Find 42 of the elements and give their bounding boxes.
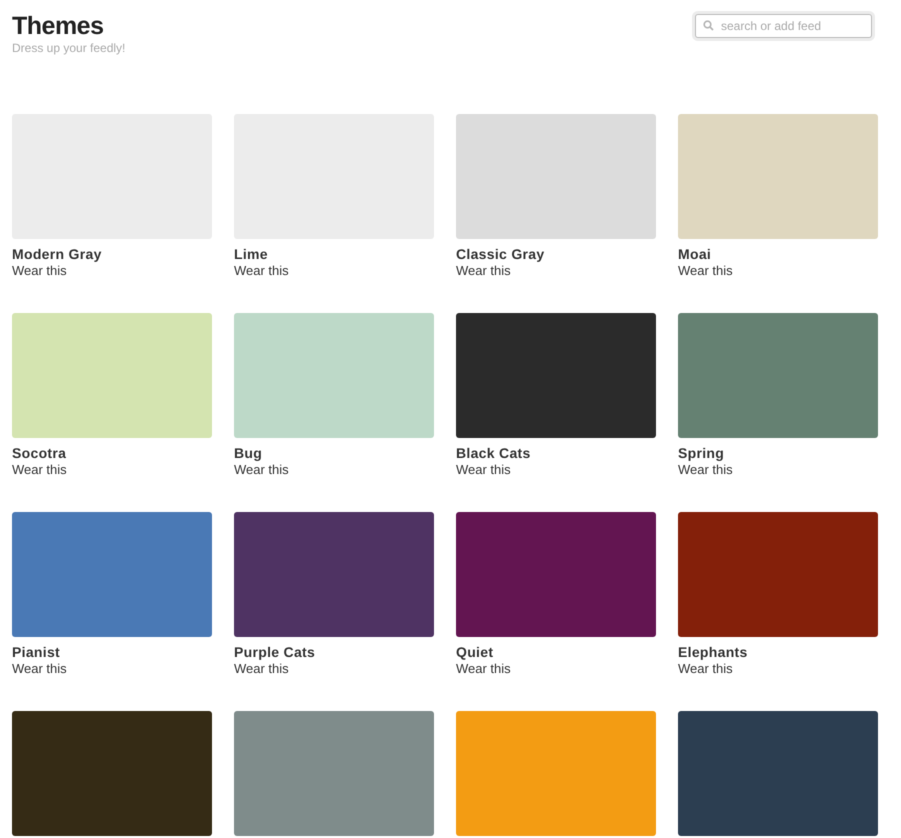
wear-this-link[interactable]: Wear this [456,462,511,477]
theme-name: Spring [678,445,726,461]
wear-this-link[interactable]: Wear this [456,661,511,676]
theme-swatch[interactable] [678,114,878,239]
theme-swatch[interactable] [456,512,656,637]
wear-this-link[interactable]: Wear this [12,263,67,278]
theme-name: Bug [234,445,264,461]
theme-swatch[interactable] [678,313,878,438]
wear-this-link[interactable]: Wear this [234,462,289,477]
wear-this-link[interactable]: Wear this [678,661,733,676]
theme-name: Socotra [12,445,68,461]
theme-swatch[interactable] [234,313,434,438]
theme-name: Moai [678,246,712,262]
wear-this-link[interactable]: Wear this [234,661,289,676]
theme-swatch[interactable] [12,711,212,836]
wear-this-link[interactable]: Wear this [456,263,511,278]
search-field[interactable]: search or add feed [695,14,872,38]
wear-this-link[interactable]: Wear this [678,263,733,278]
wear-this-link[interactable]: Wear this [234,263,289,278]
theme-swatch[interactable] [678,512,878,637]
page-title: Themes [12,12,104,40]
theme-name: Elephants [678,644,749,660]
wear-this-link[interactable]: Wear this [678,462,733,477]
theme-swatch[interactable] [456,711,656,836]
theme-swatch[interactable] [12,512,212,637]
theme-name: Purple Cats [234,644,316,660]
theme-swatch[interactable] [456,114,656,239]
theme-swatch[interactable] [234,512,434,637]
theme-name: Modern Gray [12,246,103,262]
theme-name: Pianist [12,644,62,660]
search-icon [703,20,714,31]
theme-name: Quiet [456,644,494,660]
theme-name: Lime [234,246,269,262]
page-subtitle: Dress up your feedly! [12,41,126,55]
theme-swatch[interactable] [12,313,212,438]
theme-name: Black Cats [456,445,532,461]
theme-name: Classic Gray [456,246,546,262]
wear-this-link[interactable]: Wear this [12,661,67,676]
theme-swatch[interactable] [234,711,434,836]
theme-swatch[interactable] [678,711,878,836]
wear-this-link[interactable]: Wear this [12,462,67,477]
theme-swatch[interactable] [456,313,656,438]
